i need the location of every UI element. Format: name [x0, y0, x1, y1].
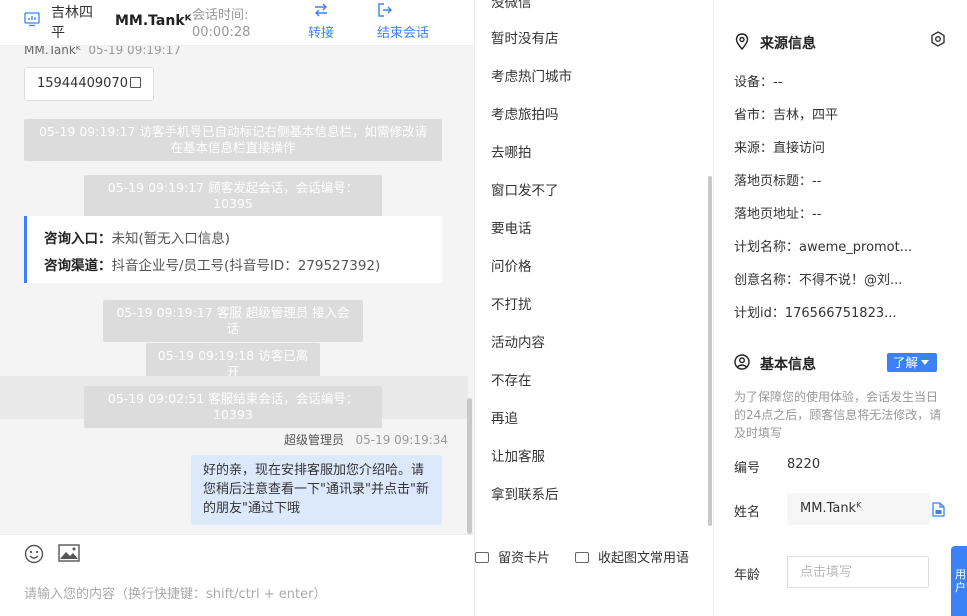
phrase-item[interactable]: 不存在 [491, 369, 532, 389]
system-message: 05-19 09:19:17 顾客发起会话，会话编号：10395 [84, 175, 382, 217]
agent-name: 超级管理员 [284, 433, 345, 447]
name-field[interactable]: MM.Tankᴷ [787, 493, 930, 525]
message-meta: 超级管理员 05-19 09:19:34 [284, 431, 448, 448]
collapse-phrases-label: 收起图文常用语 [598, 551, 690, 566]
edit-icon[interactable] [932, 502, 945, 517]
name-label: 姓名 [734, 505, 761, 520]
learn-more-dropdown[interactable]: 了解 [887, 353, 937, 372]
landing-url-row: 落地页地址：-- [734, 207, 822, 222]
phrase-item[interactable]: 让加客服 [491, 445, 545, 465]
phrase-scrollbar[interactable] [708, 176, 712, 526]
settings-icon[interactable] [930, 31, 946, 47]
age-label: 年龄 [734, 568, 761, 583]
phrase-item[interactable]: 拿到联系后 [491, 483, 559, 503]
user-icon [734, 354, 750, 370]
visitor-name: MM.Tankᴷ [115, 13, 192, 29]
collapse-phrases-button[interactable]: 收起图文常用语 [575, 547, 689, 566]
sender-name: MM.Tankᴷ [24, 46, 81, 57]
system-message: 05-19 09:19:17 客服 超级管理员 接入会话 [103, 300, 363, 342]
message-time: 05-19 09:19:34 [355, 433, 449, 447]
agent-message-bubble: 好的亲，现在安排客服加您介绍哈。请您稍后注意查看一下"通讯录"并点击"新的朋友"… [191, 455, 442, 525]
id-label: 编号 [734, 461, 761, 476]
lead-card-label: 留资卡片 [498, 551, 551, 566]
channel-key: 咨询渠道： [44, 258, 112, 274]
region-row: 省市：吉林，四平 [734, 108, 839, 123]
phrase-item[interactable]: 去哪拍 [491, 141, 532, 161]
transfer-icon [315, 3, 327, 17]
monitor-icon [24, 12, 40, 27]
creative-name-row: 创意名称：不得不说！@刘... [734, 273, 903, 288]
phrase-item[interactable]: 窗口发不了 [491, 179, 559, 199]
edit-notice: 为了保障您的使用体验，会话发生当日的24点之后，顾客信息将无法修改，请及时填写 [734, 390, 942, 440]
system-message: 05-19 09:19:17 访客手机号已自动标记右侧基本信息栏，如需修改请在基… [24, 119, 442, 161]
card-icon [475, 552, 489, 563]
phrase-item[interactable]: 要电话 [491, 217, 532, 237]
customer-info-panel: 来源信息 设备：-- 省市：吉林，四平 来源：直接访问 落地页标题：-- 落地页… [714, 0, 967, 616]
session-time-value: 00:00:28 [192, 25, 251, 40]
entry-value: 未知(暂无入口信息) [111, 231, 231, 247]
message-icon [575, 552, 589, 563]
learn-more-label: 了解 [893, 355, 919, 370]
phrase-item[interactable]: 没微信 [491, 0, 532, 11]
user-side-tab[interactable]: 用户 [951, 546, 967, 616]
channel-value: 抖音企业号/员工号(抖音号ID：279527392) [111, 258, 381, 274]
age-input[interactable] [787, 556, 929, 588]
emoji-icon[interactable] [24, 544, 44, 564]
phrase-item[interactable]: 暂时没有店 [491, 27, 559, 47]
phrase-actions: 留资卡片 收起图文常用语 [475, 534, 713, 580]
source-row: 来源：直接访问 [734, 141, 826, 156]
phone-message[interactable]: 15944409070 [24, 67, 154, 101]
landing-title-row: 落地页标题：-- [734, 174, 822, 189]
message-list[interactable]: MM.Tankᴷ 05-19 09:19:17 15944409070 05-1… [0, 46, 474, 534]
phrase-item[interactable]: 考虑热门城市 [491, 65, 572, 85]
chat-scrollbar[interactable] [467, 398, 472, 534]
chat-panel: 吉林四平 MM.Tankᴷ 会话时间: 00:00:28 转接 结束会话 MM.… [0, 0, 474, 616]
caret-down-icon [921, 360, 930, 365]
transfer-button[interactable]: 转接 [308, 2, 334, 41]
message-time: 05-19 09:19:17 [88, 46, 181, 57]
end-session-label: 结束会话 [377, 26, 430, 41]
phrase-item[interactable]: 活动内容 [491, 331, 545, 351]
phrase-item[interactable]: 问价格 [491, 255, 532, 275]
entry-key: 咨询入口： [44, 231, 112, 247]
id-value: 8220 [787, 457, 821, 472]
message-meta: MM.Tankᴷ 05-19 09:19:17 [24, 46, 181, 57]
source-info-title: 来源信息 [760, 36, 816, 52]
message-input[interactable]: 请输入您的内容（换行快捷键：shift/ctrl + enter） [24, 583, 327, 602]
end-session-button[interactable]: 结束会话 [377, 2, 429, 41]
chat-input-area[interactable]: 请输入您的内容（换行快捷键：shift/ctrl + enter） [0, 534, 474, 616]
session-time-label: 会话时间: [192, 8, 249, 23]
phrase-item[interactable]: 再追 [491, 407, 518, 427]
system-message: 05-19 09:02:51 客服结束会话，会话编号：10393 [84, 386, 382, 428]
phone-number: 15944409070 [37, 76, 128, 91]
copy-icon[interactable] [129, 77, 141, 88]
lead-card-button[interactable]: 留资卡片 [475, 547, 550, 566]
phrase-item[interactable]: 不打扰 [491, 293, 532, 313]
transfer-label: 转接 [308, 26, 335, 41]
visitor-location: 吉林四平 [51, 5, 93, 41]
image-icon[interactable] [58, 544, 80, 562]
exit-icon [378, 3, 392, 17]
plan-id-row: 计划id：176566751823... [734, 306, 897, 321]
basic-info-title: 基本信息 [760, 357, 816, 373]
location-icon [735, 33, 749, 50]
chat-header: 吉林四平 MM.Tankᴷ 会话时间: 00:00:28 转接 结束会话 [0, 0, 474, 46]
consult-info-card: 咨询入口：未知(暂无入口信息) 咨询渠道：抖音企业号/员工号(抖音号ID：279… [24, 216, 442, 283]
plan-name-row: 计划名称：aweme_promot... [734, 240, 913, 255]
device-row: 设备：-- [734, 75, 783, 90]
quick-phrase-panel: 没微信 暂时没有店考虑热门城市 考虑旅拍吗去哪拍窗口发不了要电话问价格不打扰活动内… [474, 0, 714, 616]
phrase-item[interactable]: 考虑旅拍吗 [491, 103, 559, 123]
